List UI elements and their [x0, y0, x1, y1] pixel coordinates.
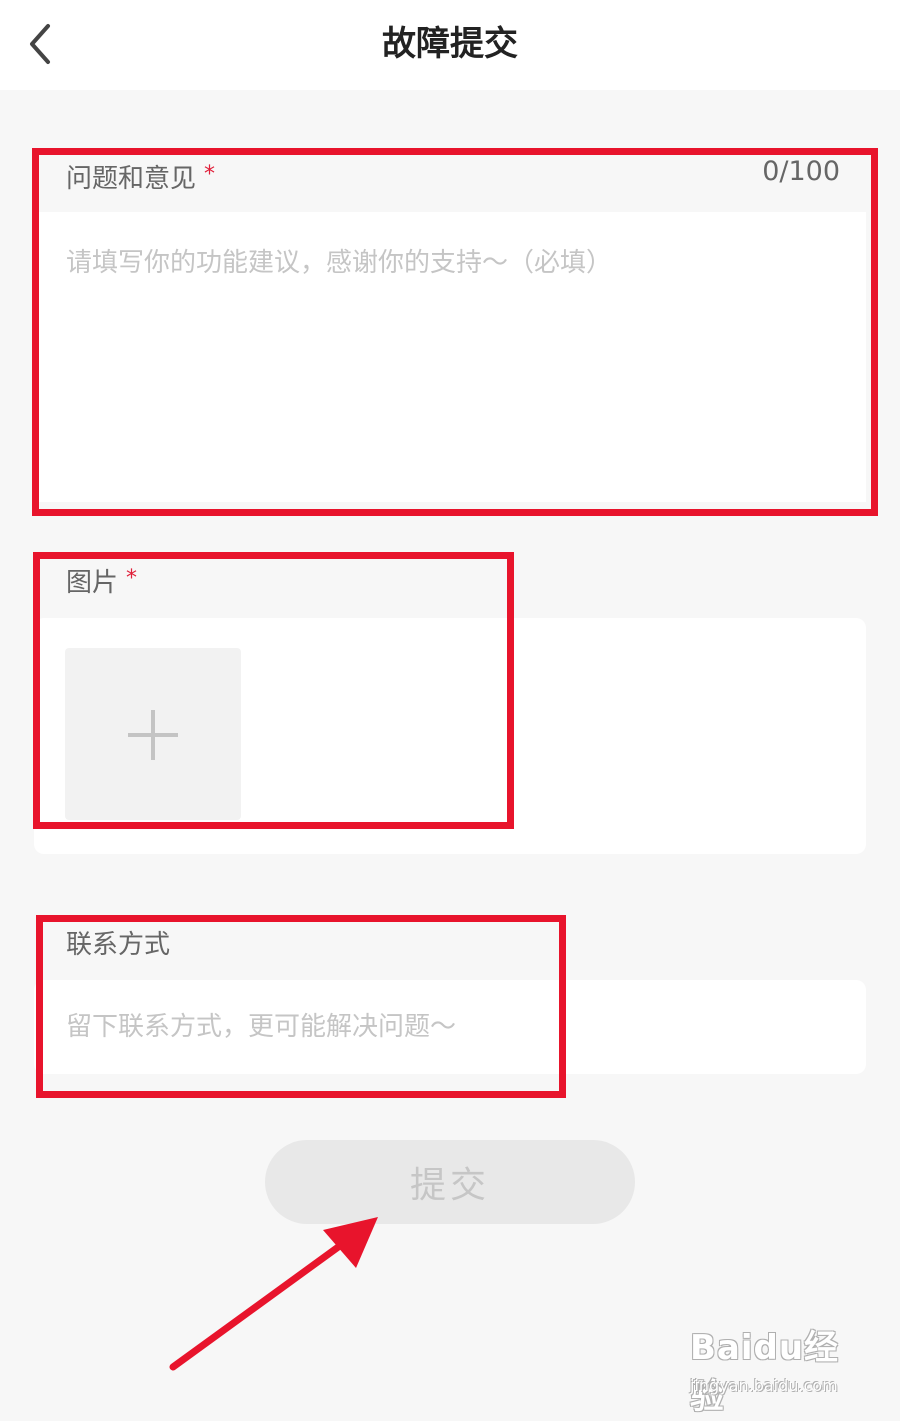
watermark-brand: Baidu经验 [690, 1328, 840, 1417]
char-counter: 0/100 [762, 156, 840, 187]
nav-bar: 故障提交 [0, 0, 900, 90]
page-title: 故障提交 [382, 24, 518, 64]
contact-label-row: 联系方式 [66, 924, 170, 961]
chevron-left-icon [30, 24, 50, 64]
feedback-textarea-container [34, 212, 866, 502]
baidu-watermark: Baidu经验 jingyan.baidu.com [690, 1320, 860, 1417]
plus-icon [128, 710, 178, 760]
feedback-label: 问题和意见 [66, 164, 197, 194]
images-label-row: 图片 * [66, 562, 137, 599]
watermark-url: jingyan.baidu.com [690, 1376, 838, 1395]
submit-button[interactable]: 提交 [265, 1140, 635, 1224]
images-label: 图片 [66, 568, 119, 598]
required-mark: * [204, 162, 216, 187]
contact-input-container [34, 980, 866, 1074]
feedback-label-row: 问题和意见 * [66, 158, 215, 195]
contact-input[interactable] [34, 980, 866, 1074]
add-image-button[interactable] [65, 648, 241, 820]
required-mark: * [126, 566, 138, 591]
feedback-textarea[interactable] [34, 212, 866, 502]
back-button[interactable] [18, 18, 66, 70]
contact-label: 联系方式 [66, 930, 171, 960]
